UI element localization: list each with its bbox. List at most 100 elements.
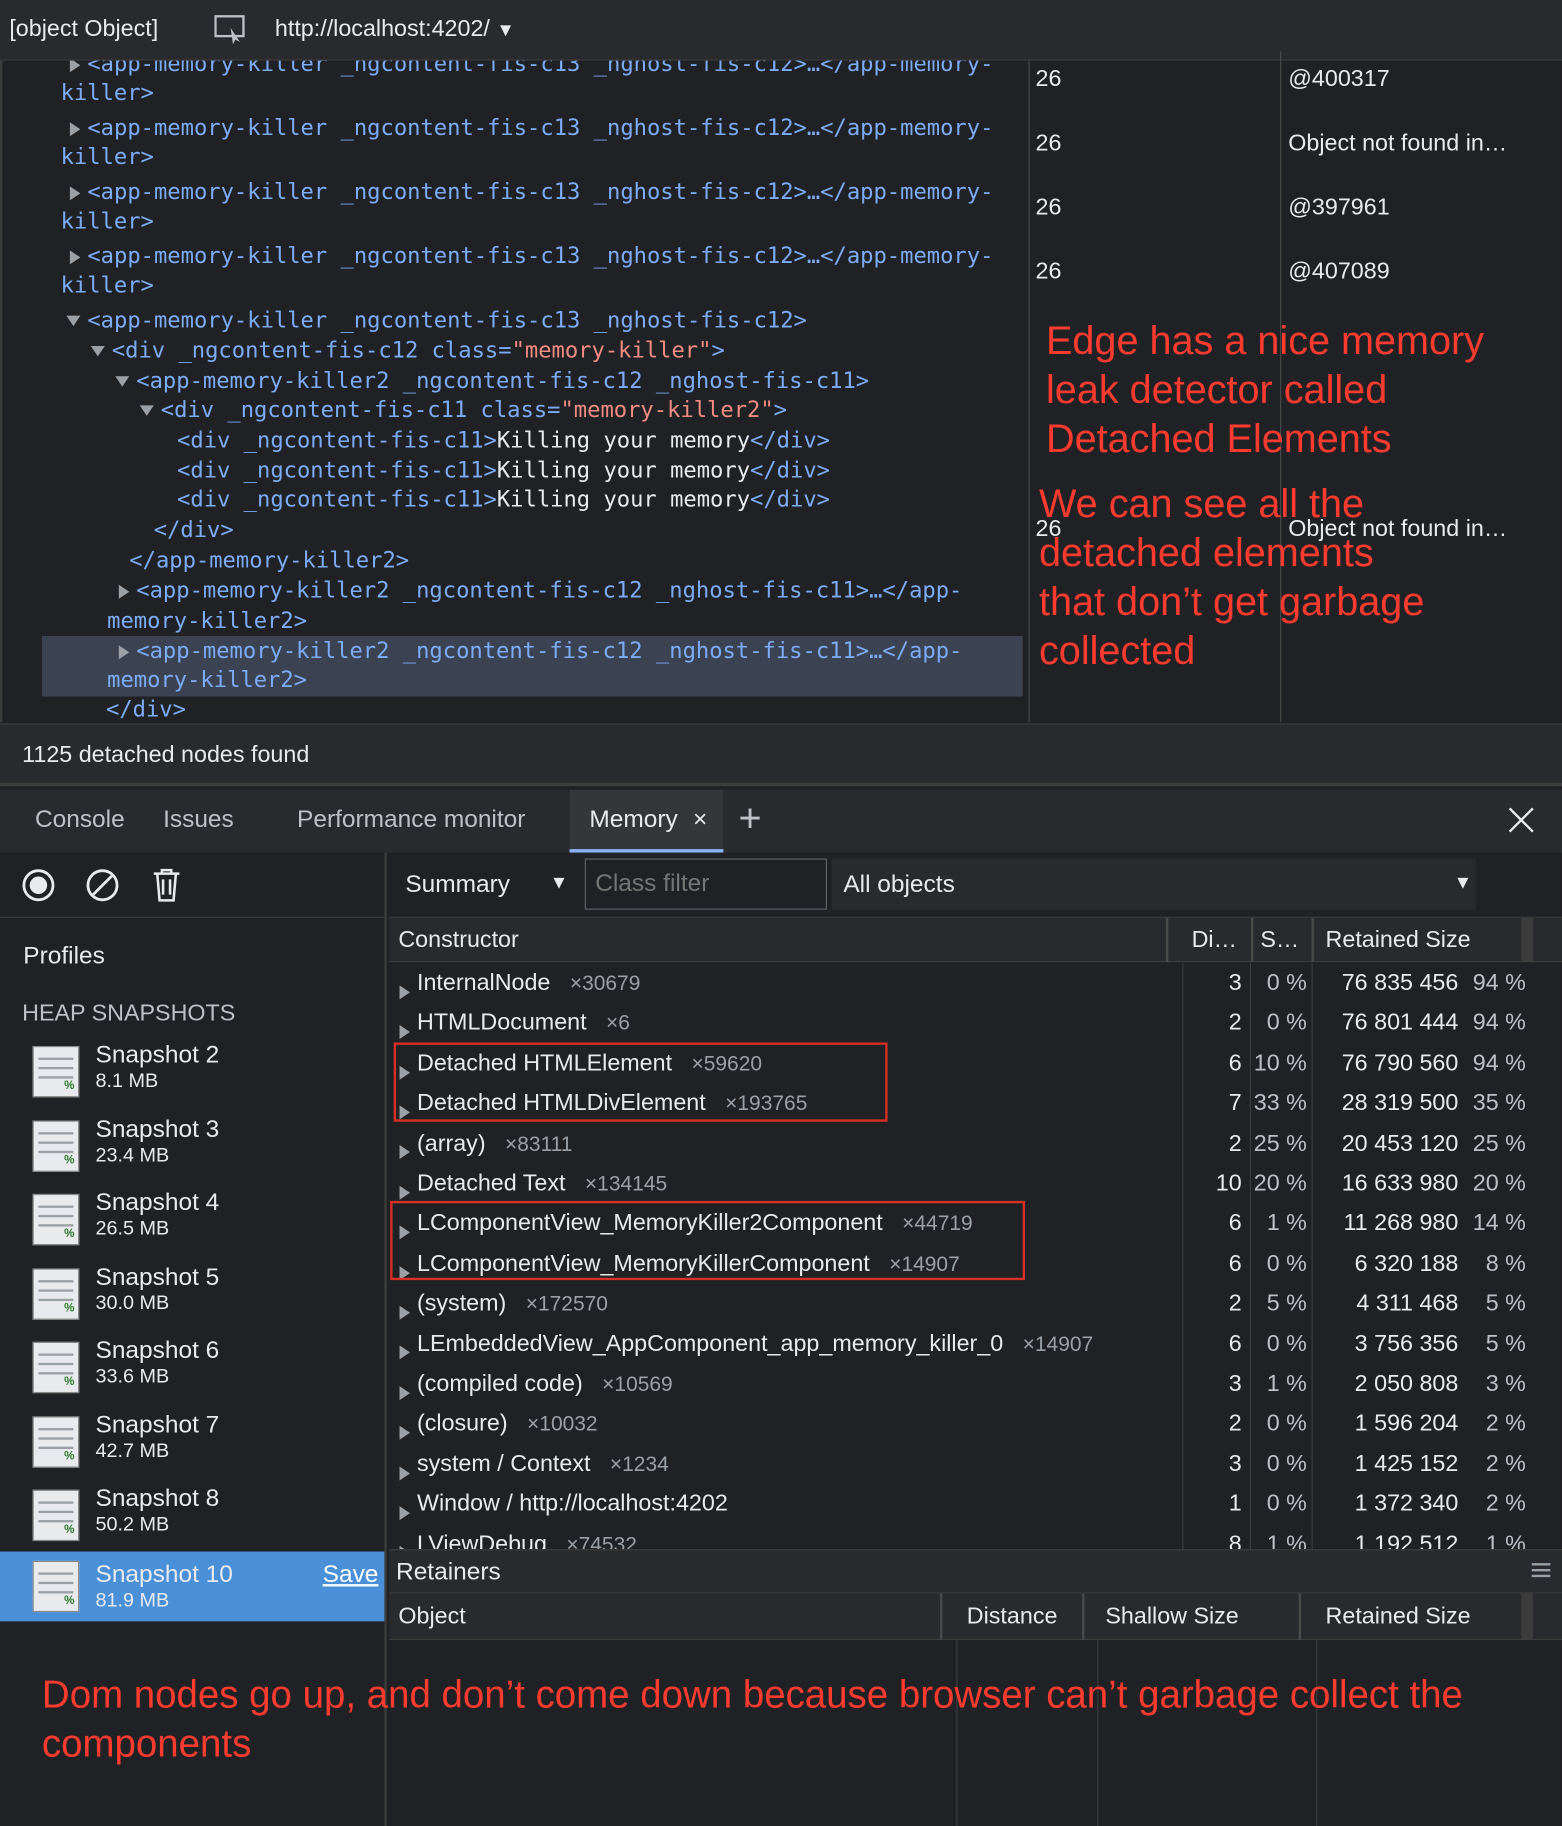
col-distance[interactable]: Di… (1192, 927, 1237, 954)
expand-arrow-icon[interactable] (118, 644, 130, 659)
expand-arrow-icon[interactable] (399, 978, 417, 1005)
expand-arrow-icon[interactable] (399, 1459, 417, 1486)
dom-node-row[interactable]: <app-memory-killer _ngcontent-fis-c13 _n… (69, 179, 993, 205)
table-row[interactable]: Window / http://localhost:4202 1 0 % 1 372… (389, 1484, 1562, 1524)
view-select[interactable]: Summary ▼ (393, 859, 577, 909)
col-object[interactable]: Object (398, 1604, 465, 1631)
snapshot-size: 50.2 MB (95, 1513, 170, 1536)
tab-memory[interactable]: Memory × (569, 789, 724, 853)
expand-arrow-icon[interactable] (399, 1339, 417, 1366)
table-row[interactable]: (closure) ×10032 2 0 % 1 596 204 2 % (389, 1404, 1562, 1444)
col-constructor[interactable]: Constructor (398, 927, 518, 954)
snapshot-item[interactable]: % Snapshot 7 42.7 MB (0, 1409, 384, 1481)
expand-arrow-icon[interactable] (399, 1539, 417, 1550)
column-resizer[interactable] (939, 1593, 943, 1641)
constructor-name: system / Context ×1234 (416, 1451, 669, 1477)
expand-arrow-icon[interactable] (399, 1419, 417, 1446)
detached-node-link[interactable]: @397961 (1288, 195, 1389, 222)
collapse-arrow-icon[interactable] (139, 405, 154, 416)
record-icon[interactable] (21, 868, 56, 909)
annotation-not-collected: We can see all the detached elements tha… (1039, 482, 1425, 674)
table-row[interactable]: (compiled code) ×10569 3 1 % 2 050 808 3 % (389, 1364, 1562, 1404)
collapse-arrow-icon[interactable] (90, 345, 105, 357)
column-resizer[interactable] (1311, 917, 1314, 963)
dom-node-row[interactable]: <app-memory-killer _ngcontent-fis-c13 _n… (66, 308, 807, 333)
instance-count: ×10032 (527, 1412, 598, 1436)
close-drawer-icon[interactable] (1507, 806, 1535, 841)
dom-node-row[interactable]: <app-memory-killer _ngcontent-fis-c13 _n… (69, 60, 993, 77)
table-row[interactable]: InternalNode ×30679 3 0 % 76 835 456 94 % (389, 963, 1562, 1003)
snapshot-item[interactable]: % Snapshot 5 30.0 MB (0, 1261, 384, 1333)
detached-node-link[interactable]: Object not found in… (1288, 130, 1507, 157)
collapse-arrow-icon[interactable] (66, 315, 81, 327)
col-retained-size[interactable]: Retained Size (1326, 927, 1471, 954)
dom-node-row[interactable]: <app-memory-killer2 _ngcontent-fis-c12 _… (115, 368, 869, 394)
tab-issues[interactable]: Issues (163, 806, 234, 834)
tab-console[interactable]: Console (35, 806, 125, 834)
column-resizer[interactable] (1521, 1593, 1533, 1641)
snapshot-item[interactable]: % Snapshot 6 33.6 MB (0, 1335, 384, 1407)
table-row[interactable]: LEmbeddedView_AppComponent_app_memory_ki… (389, 1324, 1562, 1364)
objects-select[interactable]: All objects ▼ (831, 858, 1476, 910)
expand-arrow-icon[interactable] (399, 1139, 417, 1166)
snapshot-item-selected[interactable]: % Snapshot 10 81.9 MB Save (0, 1551, 385, 1622)
detached-node-link[interactable]: @407089 (1288, 259, 1389, 286)
collapse-arrow-icon[interactable] (115, 376, 130, 387)
constructor-name: Detached Text ×134145 (416, 1170, 668, 1197)
expand-arrow-icon[interactable] (69, 60, 81, 72)
cast-icon[interactable] (214, 14, 247, 51)
column-resizer[interactable] (1298, 1593, 1302, 1641)
trash-icon[interactable] (150, 867, 183, 910)
expand-arrow-icon[interactable] (69, 121, 81, 136)
expand-arrow-icon[interactable] (399, 1379, 417, 1406)
expand-arrow-icon[interactable] (399, 1499, 417, 1526)
dom-node-row[interactable]: <div _ngcontent-fis-c11>Killing your mem… (177, 458, 830, 484)
snapshot-item[interactable]: % Snapshot 4 26.5 MB (0, 1187, 384, 1259)
table-row[interactable]: system / Context ×1234 3 0 % 1 425 152 2 % (389, 1444, 1562, 1484)
column-resizer[interactable] (1250, 917, 1254, 963)
detached-node-link[interactable]: @400317 (1288, 66, 1389, 93)
table-row[interactable]: LViewDebug ×74532 8 1 % 1 192 512 1 % (389, 1524, 1562, 1550)
snapshot-item[interactable]: % Snapshot 8 50.2 MB (0, 1483, 384, 1555)
col-ret-distance[interactable]: Distance (967, 1604, 1058, 1631)
snapshot-name: Snapshot 7 (95, 1411, 220, 1439)
column-resizer[interactable] (1521, 917, 1533, 963)
column-resizer[interactable] (1165, 917, 1169, 963)
dom-node-row[interactable]: <div _ngcontent-fis-c11 class="memory-ki… (139, 397, 787, 423)
expand-arrow-icon[interactable] (399, 1299, 417, 1326)
col-ret-retained[interactable]: Retained Size (1326, 1604, 1471, 1631)
col-shallow-size[interactable]: S… (1260, 927, 1299, 954)
dom-node-row[interactable]: <div _ngcontent-fis-c11>Killing your mem… (177, 427, 830, 453)
menu-icon[interactable] (1531, 1560, 1552, 1587)
instance-count: ×134145 (584, 1171, 668, 1196)
retained-percent: 2 % (1485, 1491, 1526, 1517)
dom-node-row[interactable]: <app-memory-killer _ngcontent-fis-c13 _n… (69, 243, 993, 269)
table-row[interactable]: HTMLDocument ×6 2 0 % 76 801 444 94 % (389, 1003, 1562, 1043)
class-filter-input[interactable] (584, 858, 828, 910)
tab-performance-monitor[interactable]: Performance monitor (297, 806, 525, 834)
dom-node-row[interactable]: <app-memory-killer2 _ngcontent-fis-c12 _… (118, 638, 962, 664)
dom-node-row[interactable]: <div _ngcontent-fis-c12 class="memory-ki… (90, 338, 725, 363)
column-resizer[interactable] (1082, 1593, 1085, 1641)
instance-count: ×172570 (525, 1291, 608, 1316)
dom-node-row[interactable]: <div _ngcontent-fis-c11>Killing your mem… (177, 487, 830, 513)
save-link[interactable]: Save (323, 1561, 379, 1589)
distance-value: 3 (1228, 1370, 1242, 1397)
col-ret-shallow[interactable]: Shallow Size (1105, 1604, 1238, 1631)
dom-node-row[interactable]: <app-memory-killer _ngcontent-fis-c13 _n… (69, 115, 993, 141)
snapshot-item[interactable]: % Snapshot 3 23.4 MB (0, 1114, 384, 1186)
clear-icon[interactable] (85, 868, 120, 909)
snapshot-item[interactable]: % Snapshot 2 8.1 MB (0, 1039, 384, 1111)
table-row[interactable]: (system) ×172570 2 5 % 4 311 468 5 % (389, 1284, 1562, 1324)
close-tab-icon[interactable]: × (693, 806, 707, 834)
table-row[interactable]: Detached Text ×134145 10 20 % 16 633 980 20 … (389, 1164, 1562, 1204)
add-tab-icon[interactable]: + (738, 797, 761, 842)
expand-arrow-icon[interactable] (118, 584, 130, 599)
snapshot-size: 26.5 MB (95, 1217, 170, 1240)
dom-node-row[interactable]: <app-memory-killer2 _ngcontent-fis-c12 _… (118, 578, 962, 603)
expand-arrow-icon[interactable] (399, 1018, 417, 1045)
url-selector[interactable]: http://localhost:4202/ ▼ (275, 16, 515, 43)
expand-arrow-icon[interactable] (69, 185, 81, 200)
table-row[interactable]: (array) ×83111 2 25 % 20 453 120 25 % (389, 1124, 1562, 1164)
expand-arrow-icon[interactable] (69, 249, 81, 264)
